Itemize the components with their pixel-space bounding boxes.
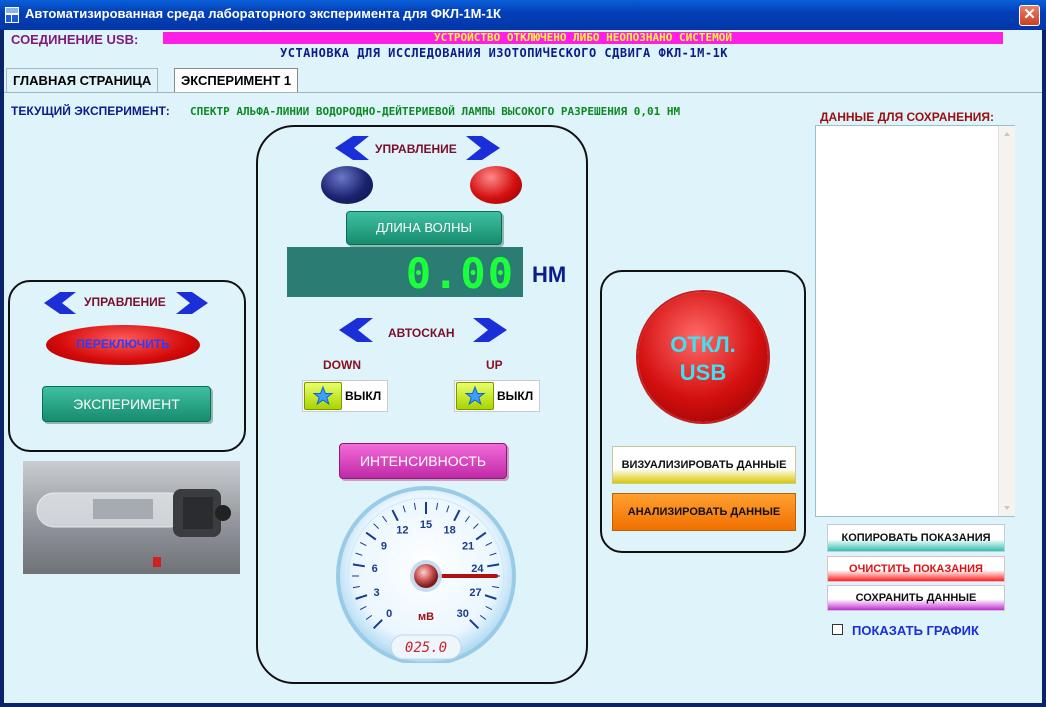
intensity-button[interactable]: ИНТЕНСИВНОСТЬ [339,443,507,479]
autoscan-right-arrow-icon[interactable] [471,316,509,349]
save-data-scrollbar[interactable] [998,126,1015,516]
gauge-tick-label: 24 [471,563,484,575]
star-icon [304,382,342,410]
tab-main-page[interactable]: ГЛАВНАЯ СТРАНИЦА [6,68,159,92]
gauge-tick-label: 6 [372,563,378,575]
usb-status-bar: УСТРОЙСТВО ОТКЛЮЧЕНО ЛИБО НЕОПОЗНАНО СИС… [163,32,1003,44]
gauge-dial: 03 69 12 15 18 21 24 2730 мВ [336,486,516,666]
window-title: Автоматизированная среда лабораторного э… [25,6,501,21]
usb-button-line2: USB [679,360,727,385]
left-arrow-icon[interactable] [42,290,78,321]
up-label: UP [486,358,503,372]
visualize-data-button[interactable]: ВИЗУАЛИЗИРОВАТЬ ДАННЫЕ [612,446,796,484]
right-arrow-icon[interactable] [174,290,210,321]
star-icon [456,382,494,410]
save-data-textarea[interactable] [815,125,1015,517]
red-indicator-led [470,166,522,204]
usb-connection-label: СОЕДИНЕНИЕ USB: [11,32,139,47]
setup-title: УСТАНОВКА ДЛЯ ИССЛЕДОВАНИЯ ИЗОТОПИЧЕСКОГ… [280,46,729,60]
wavelength-value: 0.00 [405,249,515,298]
show-graph-checkbox[interactable] [832,624,843,635]
current-experiment-label: ТЕКУЩИЙ ЭКСПЕРИМЕНТ: [11,104,170,118]
gauge-tick-label: 0 [386,608,392,620]
gauge-readout: 025.0 [404,640,448,656]
center-left-arrow-icon[interactable] [333,134,371,167]
intensity-gauge: 0 3 6 9 12 15 18 21 24 27 30 мВ 025.0 [333,485,519,666]
wavelength-display: 0.00 [287,247,523,298]
left-control-label: УПРАВЛЕНИЕ [84,295,166,309]
wavelength-unit: НМ [532,262,567,287]
gauge-tick-label: 27 [469,587,481,599]
copy-readings-button[interactable]: КОПИРОВАТЬ ПОКАЗАНИЯ [827,524,1005,552]
tab-experiment-1[interactable]: ЭКСПЕРИМЕНТ 1 [174,68,299,92]
usb-disconnect-button[interactable]: ОТКЛ. USB [638,292,768,422]
switch-button[interactable]: ПЕРЕКЛЮЧИТЬ [46,325,200,365]
lamp-photo [23,461,240,574]
gauge-tick-label: 9 [381,540,387,552]
center-right-arrow-icon[interactable] [464,134,502,167]
up-toggle[interactable]: ВЫКЛ [454,380,540,412]
gauge-tick-label: 18 [443,525,455,537]
autoscan-left-arrow-icon[interactable] [337,316,375,349]
down-label: DOWN [323,358,361,372]
experiment-button[interactable]: ЭКСПЕРИМЕНТ [42,386,211,422]
blue-indicator-led [321,166,373,204]
clear-readings-button[interactable]: ОЧИСТИТЬ ПОКАЗАНИЯ [827,556,1005,582]
down-toggle[interactable]: ВЫКЛ [302,380,388,412]
gauge-tick-label: 3 [373,587,379,599]
down-toggle-state: ВЫКЛ [345,389,382,403]
gauge-unit: мВ [418,611,434,623]
save-data-button[interactable]: СОХРАНИТЬ ДАННЫЕ [827,585,1005,611]
center-control-label: УПРАВЛЕНИЕ [375,142,457,156]
gauge-tick-label: 21 [462,540,474,552]
gauge-tick-label: 12 [396,525,408,537]
tab-divider [4,92,1042,93]
switch-button-label: ПЕРЕКЛЮЧИТЬ [76,337,170,351]
autoscan-label: АВТОСКАН [388,326,455,340]
save-data-label: ДАННЫЕ ДЛЯ СОХРАНЕНИЯ: [820,110,995,124]
analyze-data-button[interactable]: АНАЛИЗИРОВАТЬ ДАННЫЕ [612,493,796,531]
wavelength-button[interactable]: ДЛИНА ВОЛНЫ [346,211,502,245]
usb-button-line1: ОТКЛ. [670,332,736,357]
app-icon [4,6,20,24]
gauge-tick-label: 30 [457,608,469,620]
up-toggle-state: ВЫКЛ [497,389,534,403]
gauge-tick-label: 15 [420,519,432,531]
close-button[interactable]: ✕ [1019,5,1040,26]
show-graph-label: ПОКАЗАТЬ ГРАФИК [852,623,979,638]
current-experiment-value: СПЕКТР АЛЬФА-ЛИНИИ ВОДОРОДНО-ДЕЙТЕРИЕВОЙ… [190,105,681,118]
